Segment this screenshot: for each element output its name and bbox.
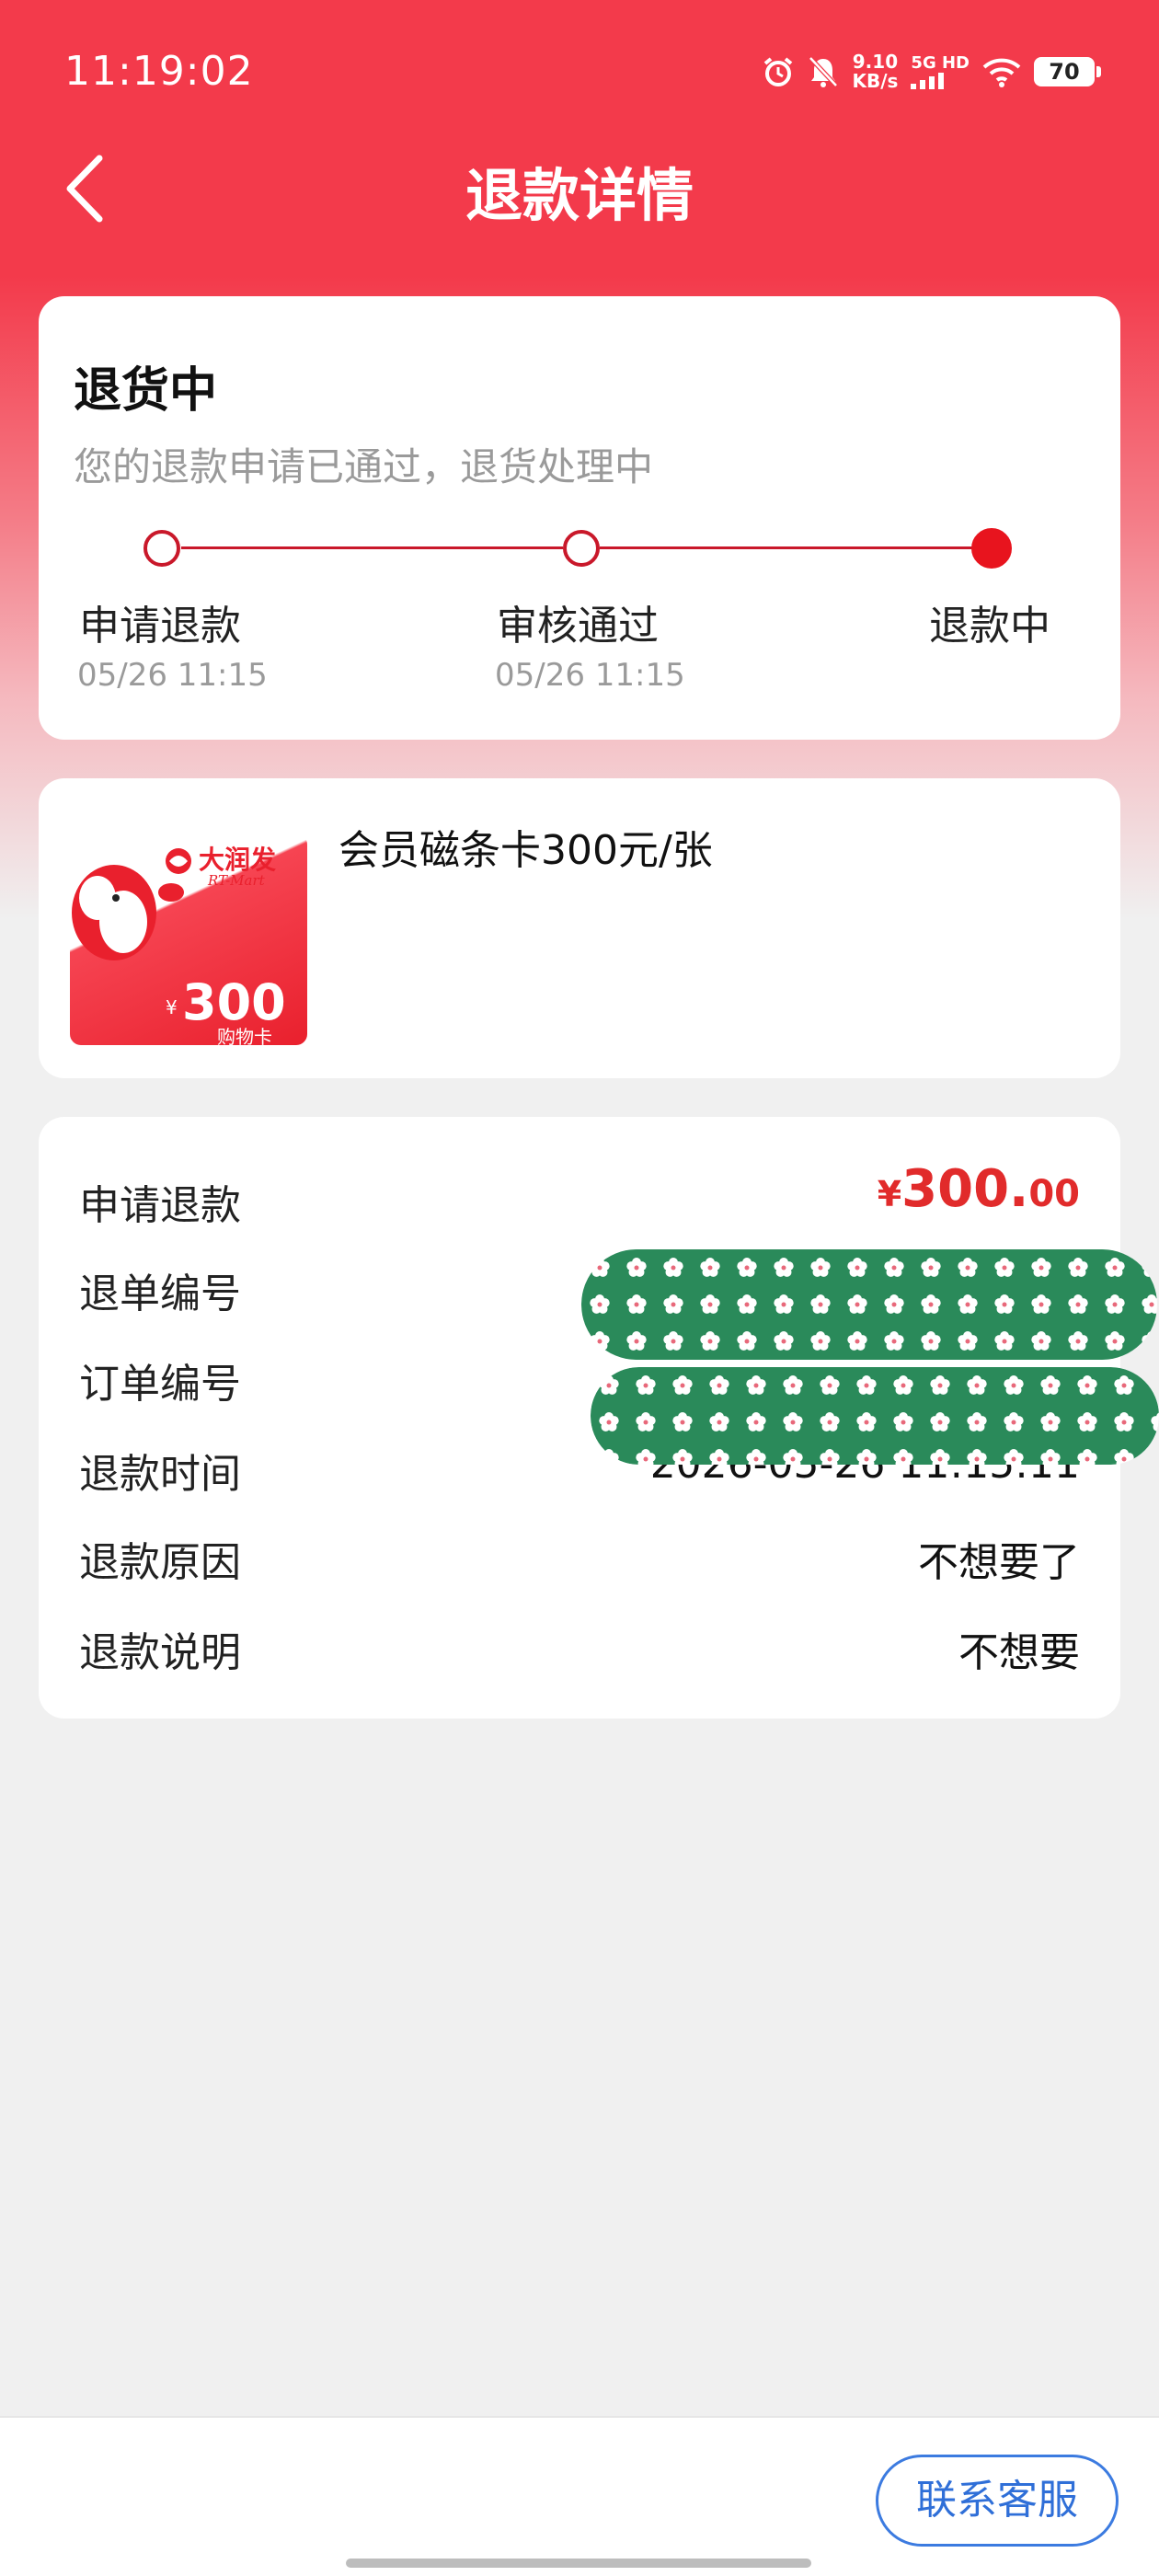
refund-amount-value: ¥300.00 [877,1159,1080,1219]
gift-card-graphic: 大润发 RT-Mart ¥ 300 购物卡 [72,845,286,1045]
step-time-apply: 05/26 11:15 [77,657,268,694]
refund-amount-label: 申请退款 [79,1182,241,1229]
wifi-icon [982,58,1021,87]
card-value: 300 [182,973,286,1031]
step-label-approved: 审核通过 [497,603,659,650]
step-node-apply [143,530,180,567]
alarm-icon [764,57,793,86]
signal-icon [911,73,945,89]
refund-note-value: 不想要 [958,1629,1080,1676]
product-image: 大润发 RT-Mart ¥ 300 购物卡 [70,834,307,1045]
mute-bell-icon [809,56,839,87]
contact-service-button[interactable]: 联系客服 [876,2455,1119,2547]
status-title: 退货中 [74,363,218,419]
step-time-approved: 05/26 11:15 [495,657,685,694]
status-subtitle: 您的退款申请已通过，退货处理中 [74,444,654,489]
net-speed: 9.10 KB/s [852,51,899,92]
battery-icon: 70 [1034,57,1101,86]
status-icons: 9.10 KB/s 5G HD 70 [762,46,1101,98]
redaction-overlay-order-no [591,1367,1159,1465]
page-title: 退款详情 [465,162,694,229]
refund-status-card: 退货中 您的退款申请已通过，退货处理中 申请退款 05/26 11:15 审核通… [39,296,1120,740]
bottom-bar: 联系客服 [0,2416,1159,2576]
brand-en: RT-Mart [207,872,266,889]
brand-cn: 大润发 [199,845,276,875]
order-no-label: 订单编号 [79,1361,241,1408]
refund-time-label: 退款时间 [79,1451,241,1498]
refund-note-label: 退款说明 [79,1629,241,1676]
progress-line-1 [181,546,563,549]
status-time: 11:19:02 [64,48,254,95]
refund-reason-label: 退款原因 [79,1539,241,1586]
card-currency: ¥ [166,996,178,1018]
refund-order-no-label: 退单编号 [79,1271,241,1317]
step-node-approved [563,530,600,567]
redaction-overlay-refund-no [581,1249,1157,1360]
product-card[interactable]: 大润发 RT-Mart ¥ 300 购物卡 会员磁条卡300元/张 [39,778,1120,1078]
card-caption: 购物卡 [217,1026,272,1045]
refund-reason-value: 不想要了 [918,1539,1080,1586]
step-node-refunding [971,528,1012,569]
progress-line-2 [600,546,972,549]
network-type: 5G HD [911,54,970,89]
home-indicator[interactable] [346,2559,811,2568]
step-label-apply: 申请退款 [79,603,241,650]
step-label-refunding: 退款中 [929,603,1050,650]
product-name: 会员磁条卡300元/张 [339,827,713,874]
